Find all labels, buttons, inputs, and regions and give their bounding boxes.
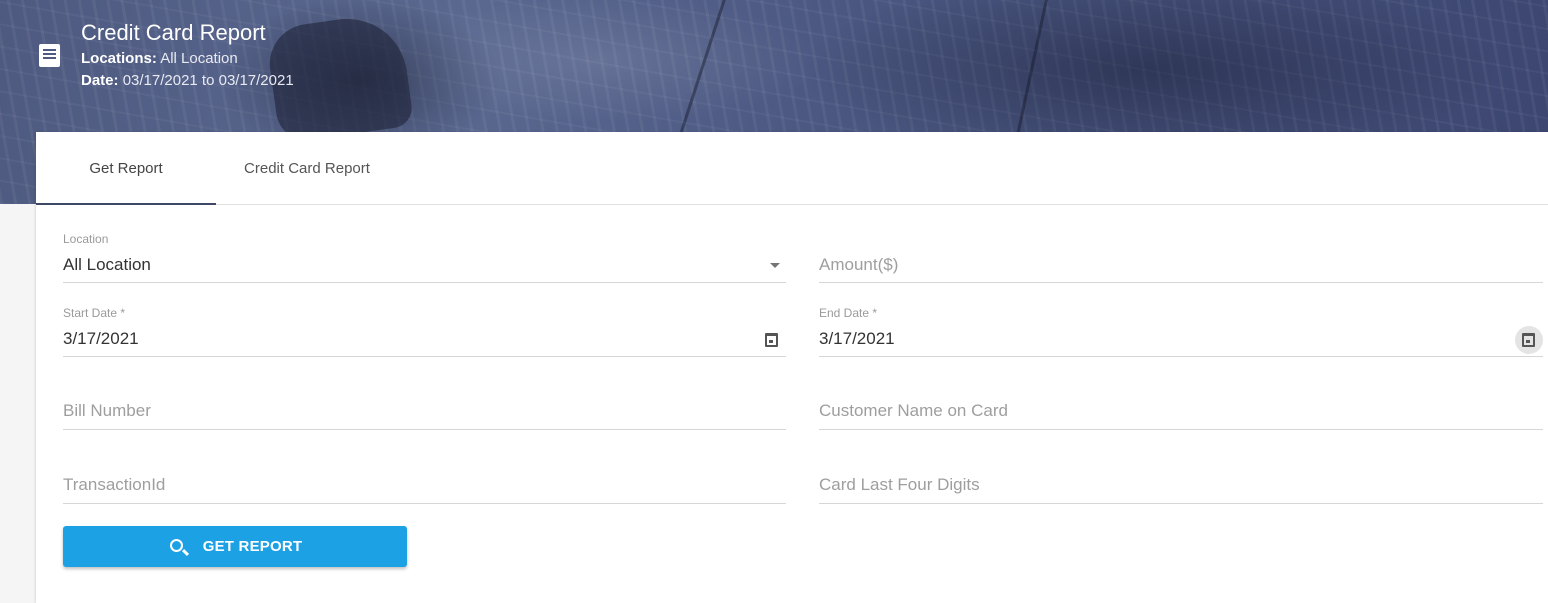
get-report-label: GET REPORT [202, 538, 303, 555]
amount-field[interactable]: Amount($) [819, 232, 1543, 283]
report-card: Get Report Credit Card Report Location A… [36, 132, 1548, 603]
bill-number-field[interactable]: Bill Number [63, 380, 786, 430]
location-value: All Location [63, 255, 151, 274]
header-date: Date: 03/17/2021 to 03/17/2021 [81, 72, 294, 89]
start-date-value: 3/17/2021 [63, 329, 139, 348]
tab-credit-card-report[interactable]: Credit Card Report [216, 132, 398, 204]
transaction-id-field[interactable]: TransactionId [63, 454, 786, 504]
locations-label: Locations: [81, 50, 157, 67]
end-date-label: End Date * [819, 306, 878, 320]
page-title: Credit Card Report [81, 20, 266, 45]
locations-value: All Location [160, 50, 238, 67]
chevron-down-icon [770, 263, 780, 268]
header-locations: Locations: All Location [81, 50, 238, 67]
end-date-value: 3/17/2021 [819, 329, 895, 348]
calendar-button[interactable] [1515, 326, 1543, 354]
end-date-field[interactable]: End Date * 3/17/2021 [819, 306, 1543, 357]
customer-name-field[interactable]: Customer Name on Card [819, 380, 1543, 430]
customer-name-placeholder: Customer Name on Card [819, 401, 1008, 420]
calendar-icon [1522, 333, 1535, 347]
bill-number-placeholder: Bill Number [63, 401, 151, 420]
search-refresh-icon [168, 537, 189, 557]
tab-get-report[interactable]: Get Report [36, 132, 216, 205]
start-date-label: Start Date * [63, 306, 126, 320]
card-last-four-field[interactable]: Card Last Four Digits [819, 454, 1543, 504]
date-label: Date: [81, 72, 119, 89]
tab-bar: Get Report Credit Card Report [36, 132, 1548, 205]
card-last-four-placeholder: Card Last Four Digits [819, 475, 980, 494]
amount-placeholder: Amount($) [819, 255, 899, 274]
date-value: 03/17/2021 to 03/17/2021 [122, 72, 294, 89]
location-label: Location [63, 232, 109, 246]
calendar-icon[interactable] [765, 333, 778, 347]
location-select[interactable]: Location All Location [63, 232, 786, 283]
start-date-field[interactable]: Start Date * 3/17/2021 [63, 306, 786, 357]
get-report-button[interactable]: GET REPORT [63, 526, 407, 567]
transaction-id-placeholder: TransactionId [63, 475, 166, 494]
receipt-icon [39, 44, 60, 67]
